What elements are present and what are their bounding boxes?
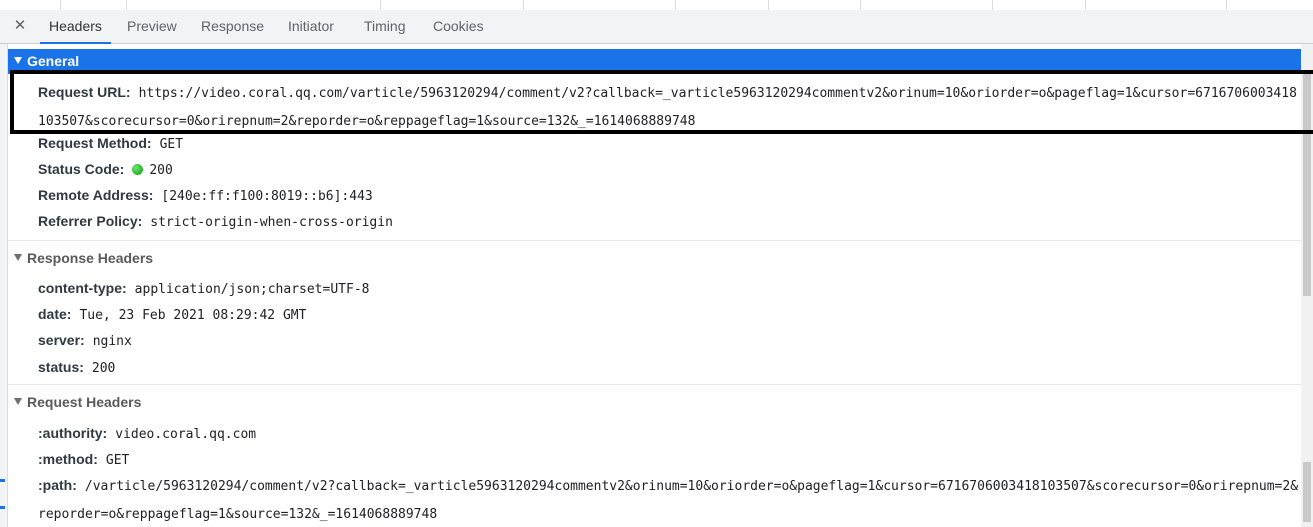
request-method-label: Request Method: xyxy=(38,135,152,151)
header-key: status: xyxy=(38,359,84,375)
referrer-policy-row: Referrer Policy: strict-origin-when-cross… xyxy=(38,208,393,236)
request-method-row: Request Method: GET xyxy=(38,130,183,158)
status-code-label: Status Code: xyxy=(38,161,125,177)
request-header-row: :method: GET xyxy=(38,446,129,474)
close-icon[interactable]: ✕ xyxy=(10,16,30,36)
section-divider xyxy=(8,240,1301,241)
request-headers-title: Request Headers xyxy=(27,394,142,410)
expand-triangle-icon xyxy=(14,398,22,405)
scrollbar-thumb-lower xyxy=(1303,462,1311,522)
header-key: server: xyxy=(38,332,85,348)
tab-response[interactable]: Response xyxy=(201,10,264,43)
header-value[interactable]: application/json;charset=UTF-8 xyxy=(135,282,370,297)
status-ok-icon xyxy=(132,164,144,175)
left-gutter xyxy=(0,44,8,527)
response-headers-section-header[interactable]: Response Headers xyxy=(8,246,153,271)
header-value[interactable]: Tue, 23 Feb 2021 08:29:42 GMT xyxy=(79,308,306,323)
request-url-value[interactable]: https://video.coral.qq.com/varticle/5963… xyxy=(38,86,1297,129)
section-divider xyxy=(8,384,1301,385)
request-method-value[interactable]: GET xyxy=(160,137,183,152)
headers-panel: General Request URL: https://video.coral.… xyxy=(8,44,1301,527)
response-header-row: content-type: application/json;charset=UT… xyxy=(38,275,369,303)
detail-tab-bar: ✕ Headers Preview Response Initiator Tim… xyxy=(0,10,1313,44)
status-code-value[interactable]: 200 xyxy=(149,163,172,178)
expand-triangle-icon xyxy=(14,57,22,64)
response-header-row: server: nginx xyxy=(38,327,132,355)
request-url-label: Request URL: xyxy=(38,84,131,100)
expand-triangle-icon xyxy=(14,254,22,261)
response-headers-title: Response Headers xyxy=(27,250,154,266)
remote-address-value[interactable]: [240e:ff:f100:8019::b6]:443 xyxy=(161,189,372,204)
header-key: content-type: xyxy=(38,280,127,296)
header-value[interactable]: nginx xyxy=(93,334,132,349)
referrer-policy-value[interactable]: strict-origin-when-cross-origin xyxy=(150,215,393,230)
header-value[interactable]: video.coral.qq.com xyxy=(115,427,256,442)
tab-cookies[interactable]: Cookies xyxy=(433,10,484,43)
header-value[interactable]: /varticle/5963120294/comment/v2?callback… xyxy=(38,479,1298,522)
header-key: :authority: xyxy=(38,425,108,441)
general-section-header[interactable]: General xyxy=(8,49,1301,74)
tab-timing[interactable]: Timing xyxy=(364,10,406,43)
status-code-row: Status Code: 200 xyxy=(38,156,173,184)
header-value[interactable]: 200 xyxy=(92,361,115,376)
header-key: date: xyxy=(38,306,72,322)
request-headers-section-header[interactable]: Request Headers xyxy=(8,390,141,415)
response-header-row: date: Tue, 23 Feb 2021 08:29:42 GMT xyxy=(38,301,306,329)
tab-preview[interactable]: Preview xyxy=(127,10,177,43)
remote-address-row: Remote Address: [240e:ff:f100:8019::b6]:4… xyxy=(38,182,373,210)
referrer-policy-label: Referrer Policy: xyxy=(38,213,143,229)
tab-initiator[interactable]: Initiator xyxy=(288,10,334,43)
header-key: :path: xyxy=(38,477,77,493)
vertical-scrollbar[interactable] xyxy=(1301,44,1313,527)
header-value[interactable]: GET xyxy=(106,453,129,468)
request-header-row: :path:/varticle/5963120294/comment/v2?ca… xyxy=(38,472,1300,527)
general-title: General xyxy=(27,53,80,69)
scrollbar-thumb[interactable] xyxy=(1303,74,1311,296)
header-key: :method: xyxy=(38,451,98,467)
response-header-row: status: 200 xyxy=(38,354,115,382)
request-url-row: Request URL: https://video.coral.qq.com/v… xyxy=(38,79,1300,135)
tab-headers[interactable]: Headers xyxy=(40,10,111,44)
remote-address-label: Remote Address: xyxy=(38,187,154,203)
request-header-row: :authority: video.coral.qq.com xyxy=(38,420,256,448)
